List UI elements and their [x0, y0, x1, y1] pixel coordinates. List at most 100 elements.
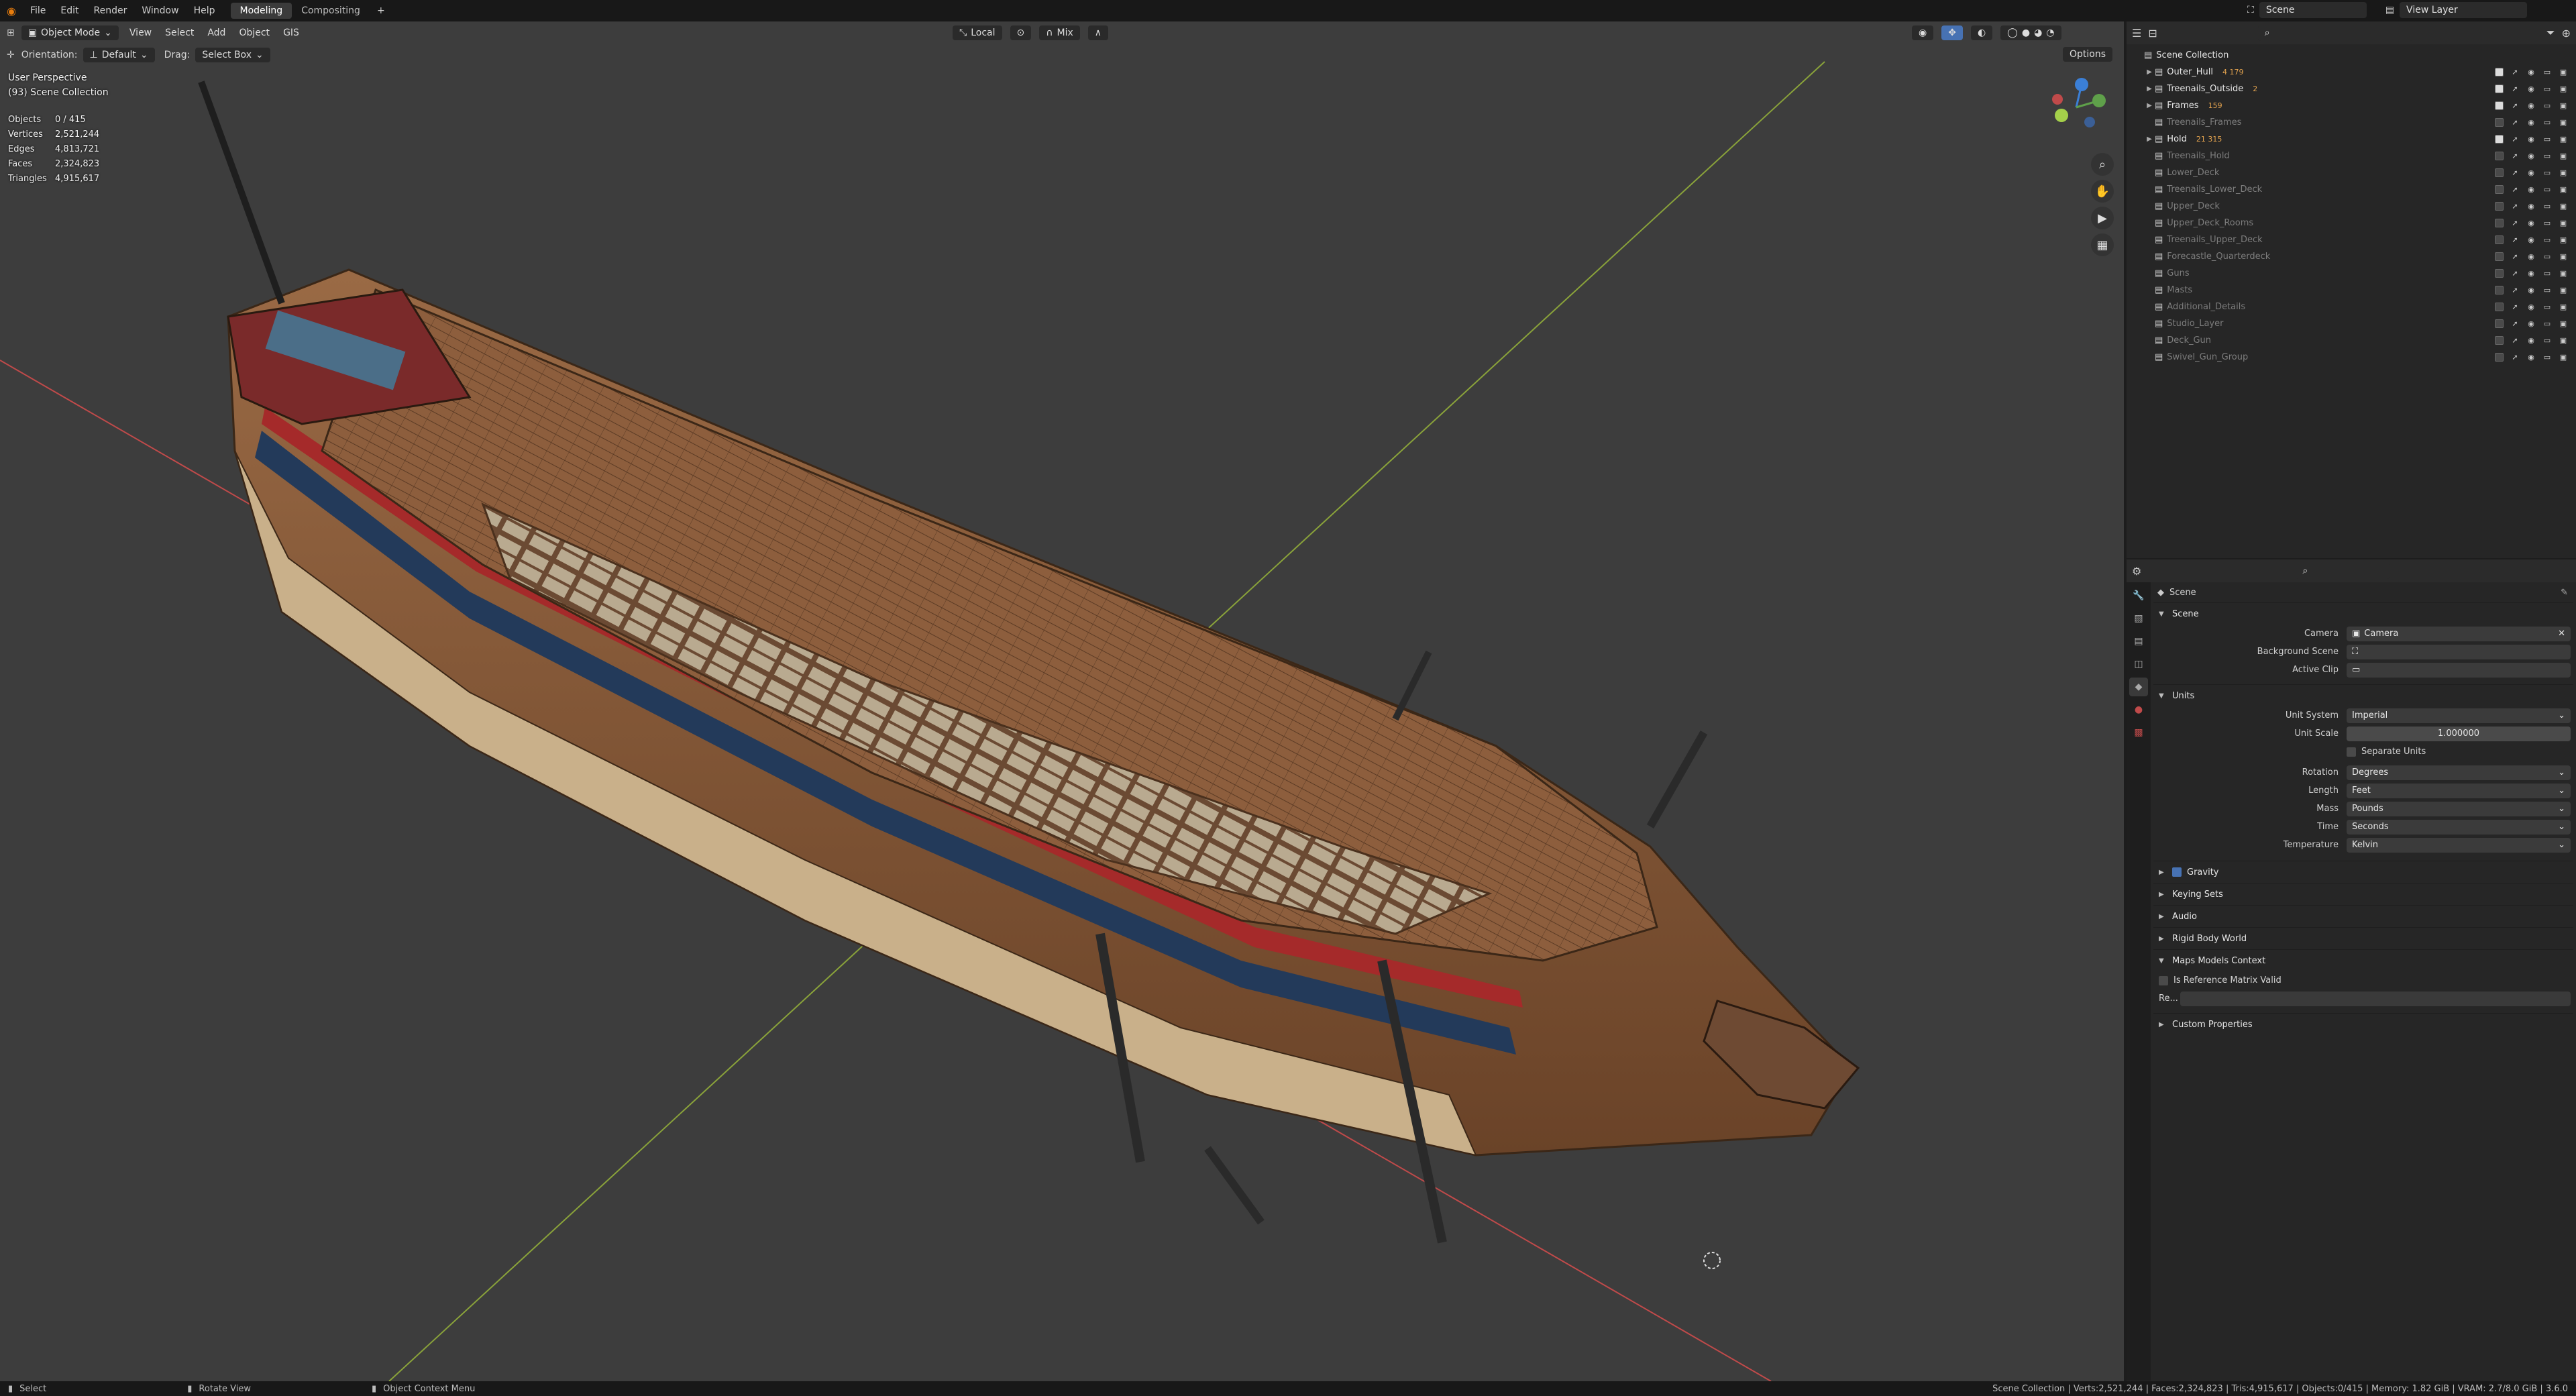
camera-icon[interactable]: ▣ — [2559, 85, 2568, 94]
monitor-icon[interactable]: ▭ — [2542, 152, 2552, 161]
outliner-item[interactable]: ▤ Treenails_Lower_Deck ➚ ◉ ▭ ▣ — [2127, 181, 2576, 198]
menu-object[interactable]: Object — [232, 28, 276, 38]
eye-icon[interactable]: ◉ — [2526, 185, 2536, 195]
select-arrow-icon[interactable]: ➚ — [2510, 303, 2520, 312]
select-arrow-icon[interactable]: ➚ — [2510, 135, 2520, 144]
monitor-icon[interactable]: ▭ — [2542, 68, 2552, 77]
outliner-item[interactable]: ▶ ▤ Treenails_Outside 2 ➚ ◉ ▭ ▣ — [2127, 80, 2576, 97]
camera-icon[interactable]: ▣ — [2559, 185, 2568, 195]
workspace-tab-modeling[interactable]: Modeling — [230, 3, 292, 19]
camera-icon[interactable]: ▣ — [2559, 336, 2568, 345]
mass-dropdown[interactable]: Pounds ⌄ — [2347, 801, 2571, 816]
ref-matrix-checkbox[interactable] — [2159, 975, 2168, 985]
monitor-icon[interactable]: ▭ — [2542, 85, 2552, 94]
view-layer-tab-icon[interactable]: ◫ — [2129, 655, 2148, 674]
eye-icon[interactable]: ◉ — [2526, 68, 2536, 77]
units-section-header[interactable]: ▼ Units — [2153, 684, 2573, 706]
zoom-icon[interactable]: ⌕ — [2091, 153, 2114, 176]
select-arrow-icon[interactable]: ➚ — [2510, 286, 2520, 295]
exclude-checkbox[interactable] — [2495, 68, 2504, 76]
monitor-icon[interactable]: ▭ — [2542, 219, 2552, 228]
exclude-checkbox[interactable] — [2495, 269, 2504, 278]
menu-render[interactable]: Render — [87, 5, 135, 16]
add-workspace-button[interactable]: + — [370, 5, 392, 16]
outliner-item[interactable]: ▤ Guns ➚ ◉ ▭ ▣ — [2127, 265, 2576, 282]
unit-scale-field[interactable]: 1.000000 — [2347, 726, 2571, 741]
menu-select[interactable]: Select — [158, 28, 201, 38]
hand-icon[interactable]: ✋ — [2091, 180, 2114, 203]
menu-help[interactable]: Help — [186, 5, 223, 16]
output-tab-icon[interactable]: ▤ — [2129, 632, 2148, 651]
camera-icon[interactable]: ▣ — [2559, 118, 2568, 127]
exclude-checkbox[interactable] — [2495, 118, 2504, 127]
camera-icon[interactable]: ▣ — [2559, 269, 2568, 278]
eye-icon[interactable]: ◉ — [2526, 336, 2536, 345]
monitor-icon[interactable]: ▭ — [2542, 286, 2552, 295]
editor-type-icon[interactable]: ⚙ — [2132, 565, 2141, 578]
scene-selector[interactable]: Scene — [2259, 2, 2367, 18]
select-arrow-icon[interactable]: ➚ — [2510, 353, 2520, 362]
outliner-item[interactable]: ▤ Upper_Deck ➚ ◉ ▭ ▣ — [2127, 198, 2576, 215]
display-mode-icon[interactable]: ⊟ — [2148, 27, 2157, 40]
exclude-checkbox[interactable] — [2495, 336, 2504, 345]
outliner-item[interactable]: ▤ Treenails_Frames ➚ ◉ ▭ ▣ — [2127, 114, 2576, 131]
outliner-root[interactable]: ▤ Scene Collection — [2127, 47, 2576, 64]
eye-icon[interactable]: ◉ — [2526, 101, 2536, 111]
outliner-item[interactable]: ▤ Studio_Layer ➚ ◉ ▭ ▣ — [2127, 315, 2576, 332]
monitor-icon[interactable]: ▭ — [2542, 252, 2552, 262]
close-icon[interactable]: ✕ — [2558, 629, 2565, 639]
eye-icon[interactable]: ◉ — [2526, 202, 2536, 211]
camera-icon[interactable]: ▣ — [2559, 319, 2568, 329]
camera-icon[interactable]: ▣ — [2559, 286, 2568, 295]
outliner-item[interactable]: ▶ ▤ Frames 159 ➚ ◉ ▭ ▣ — [2127, 97, 2576, 114]
select-arrow-icon[interactable]: ➚ — [2510, 235, 2520, 245]
camera-icon[interactable]: ▣ — [2559, 219, 2568, 228]
eye-icon[interactable]: ◉ — [2526, 303, 2536, 312]
gizmo-toggle[interactable]: ✥ — [1941, 25, 1963, 40]
select-arrow-icon[interactable]: ➚ — [2510, 152, 2520, 161]
gravity-section-header[interactable]: ▶ Gravity — [2153, 861, 2573, 883]
eye-icon[interactable]: ◉ — [2526, 168, 2536, 178]
camera-icon[interactable]: ▣ — [2559, 202, 2568, 211]
scene-section-header[interactable]: ▼ Scene — [2153, 602, 2573, 625]
tool-tab-icon[interactable]: 🔧 — [2129, 586, 2148, 605]
monitor-icon[interactable]: ▭ — [2542, 135, 2552, 144]
unit-system-dropdown[interactable]: Imperial ⌄ — [2347, 708, 2571, 723]
menu-window[interactable]: Window — [134, 5, 186, 16]
audio-section-header[interactable]: ▶ Audio — [2153, 905, 2573, 927]
texture-tab-icon[interactable]: ▩ — [2129, 723, 2148, 742]
eye-icon[interactable]: ◉ — [2526, 152, 2536, 161]
world-tab-icon[interactable]: ● — [2129, 700, 2148, 719]
properties-search-input[interactable]: ⌕ — [2296, 563, 2390, 579]
blender-icon[interactable]: ◉ — [0, 5, 23, 17]
select-arrow-icon[interactable]: ➚ — [2510, 202, 2520, 211]
drag-selector[interactable]: Select Box ⌄ — [195, 48, 270, 62]
filter-icon[interactable]: ⏷ — [2546, 26, 2555, 40]
maps-models-context-section-header[interactable]: ▼ Maps Models Context — [2153, 949, 2573, 971]
temperature-dropdown[interactable]: Kelvin ⌄ — [2347, 837, 2571, 853]
length-dropdown[interactable]: Feet ⌄ — [2347, 783, 2571, 798]
monitor-icon[interactable]: ▭ — [2542, 353, 2552, 362]
monitor-icon[interactable]: ▭ — [2542, 185, 2552, 195]
object-mode-selector[interactable]: ▣ Object Mode ⌄ — [21, 25, 119, 40]
outliner-item[interactable]: ▤ Treenails_Hold ➚ ◉ ▭ ▣ — [2127, 148, 2576, 164]
rigid-body-world-section-header[interactable]: ▶ Rigid Body World — [2153, 927, 2573, 949]
eye-icon[interactable]: ◉ — [2526, 85, 2536, 94]
select-arrow-icon[interactable]: ➚ — [2510, 118, 2520, 127]
select-arrow-icon[interactable]: ➚ — [2510, 219, 2520, 228]
eye-icon[interactable]: ◉ — [2526, 319, 2536, 329]
monitor-icon[interactable]: ▭ — [2542, 336, 2552, 345]
eye-icon[interactable]: ◉ — [2526, 353, 2536, 362]
menu-view[interactable]: View — [123, 28, 158, 38]
monitor-icon[interactable]: ▭ — [2542, 202, 2552, 211]
custom-properties-section-header[interactable]: ▶ Custom Properties — [2153, 1013, 2573, 1035]
scene-tab-icon[interactable]: ◆ — [2129, 678, 2148, 696]
exclude-checkbox[interactable] — [2495, 303, 2504, 311]
camera-icon[interactable]: ▣ — [2559, 353, 2568, 362]
select-arrow-icon[interactable]: ➚ — [2510, 185, 2520, 195]
exclude-checkbox[interactable] — [2495, 152, 2504, 160]
outliner-item[interactable]: ▤ Deck_Gun ➚ ◉ ▭ ▣ — [2127, 332, 2576, 349]
keying-sets-section-header[interactable]: ▶ Keying Sets — [2153, 883, 2573, 905]
search-input[interactable]: ⌕ — [2257, 25, 2412, 41]
exclude-checkbox[interactable] — [2495, 135, 2504, 144]
